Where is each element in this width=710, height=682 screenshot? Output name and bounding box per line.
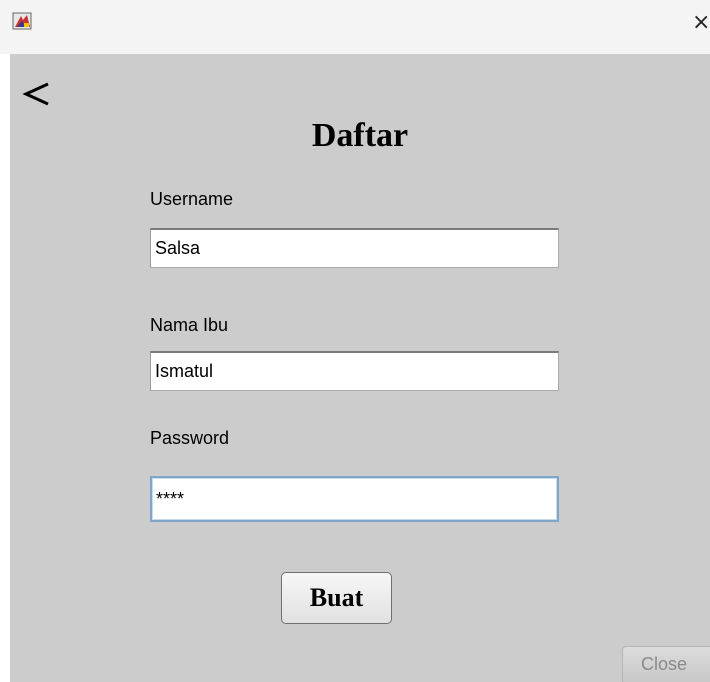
username-field[interactable] <box>150 228 559 268</box>
page-title: Daftar <box>311 117 409 154</box>
back-arrow-icon[interactable] <box>18 74 54 114</box>
create-account-button[interactable]: Buat <box>281 572 392 624</box>
close-icon[interactable]: × <box>692 12 710 34</box>
close-button[interactable]: Close <box>622 646 710 682</box>
java-app-icon <box>12 12 32 30</box>
mother-name-field[interactable] <box>150 351 559 391</box>
password-field[interactable] <box>150 476 559 522</box>
mother-name-label: Nama Ibu <box>150 315 229 335</box>
register-panel: Daftar Username Nama Ibu Password Buat C… <box>10 54 710 682</box>
username-label: Username <box>150 189 234 209</box>
password-label: Password <box>150 428 230 448</box>
app-window: × Daftar Username Nama Ibu Password Buat… <box>0 0 710 682</box>
title-bar: × <box>0 0 710 54</box>
